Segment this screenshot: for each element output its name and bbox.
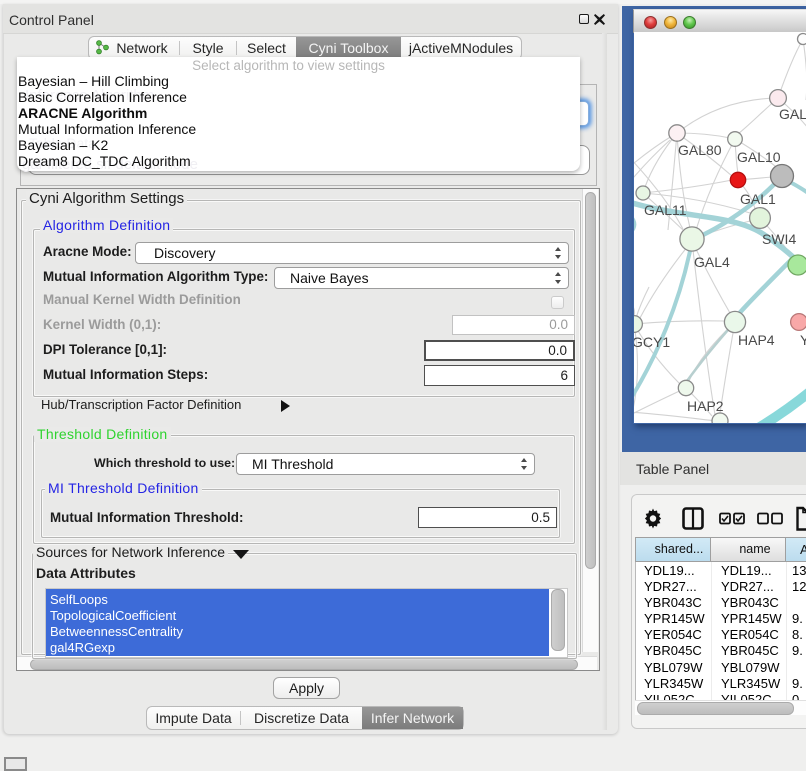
- svg-text:GAL: GAL: [779, 106, 806, 122]
- svg-text:GAL10: GAL10: [737, 149, 781, 165]
- svg-text:Y: Y: [800, 332, 806, 348]
- svg-text:GAL4: GAL4: [694, 254, 730, 270]
- svg-text:HAP2: HAP2: [687, 398, 724, 414]
- svg-text:SWI4: SWI4: [762, 231, 796, 247]
- svg-text:GCY1: GCY1: [634, 334, 670, 350]
- svg-text:GAL11: GAL11: [644, 202, 687, 218]
- svg-text:GAL1: GAL1: [740, 191, 776, 207]
- svg-text:GAL80: GAL80: [678, 142, 722, 158]
- svg-text:HAP4: HAP4: [738, 332, 775, 348]
